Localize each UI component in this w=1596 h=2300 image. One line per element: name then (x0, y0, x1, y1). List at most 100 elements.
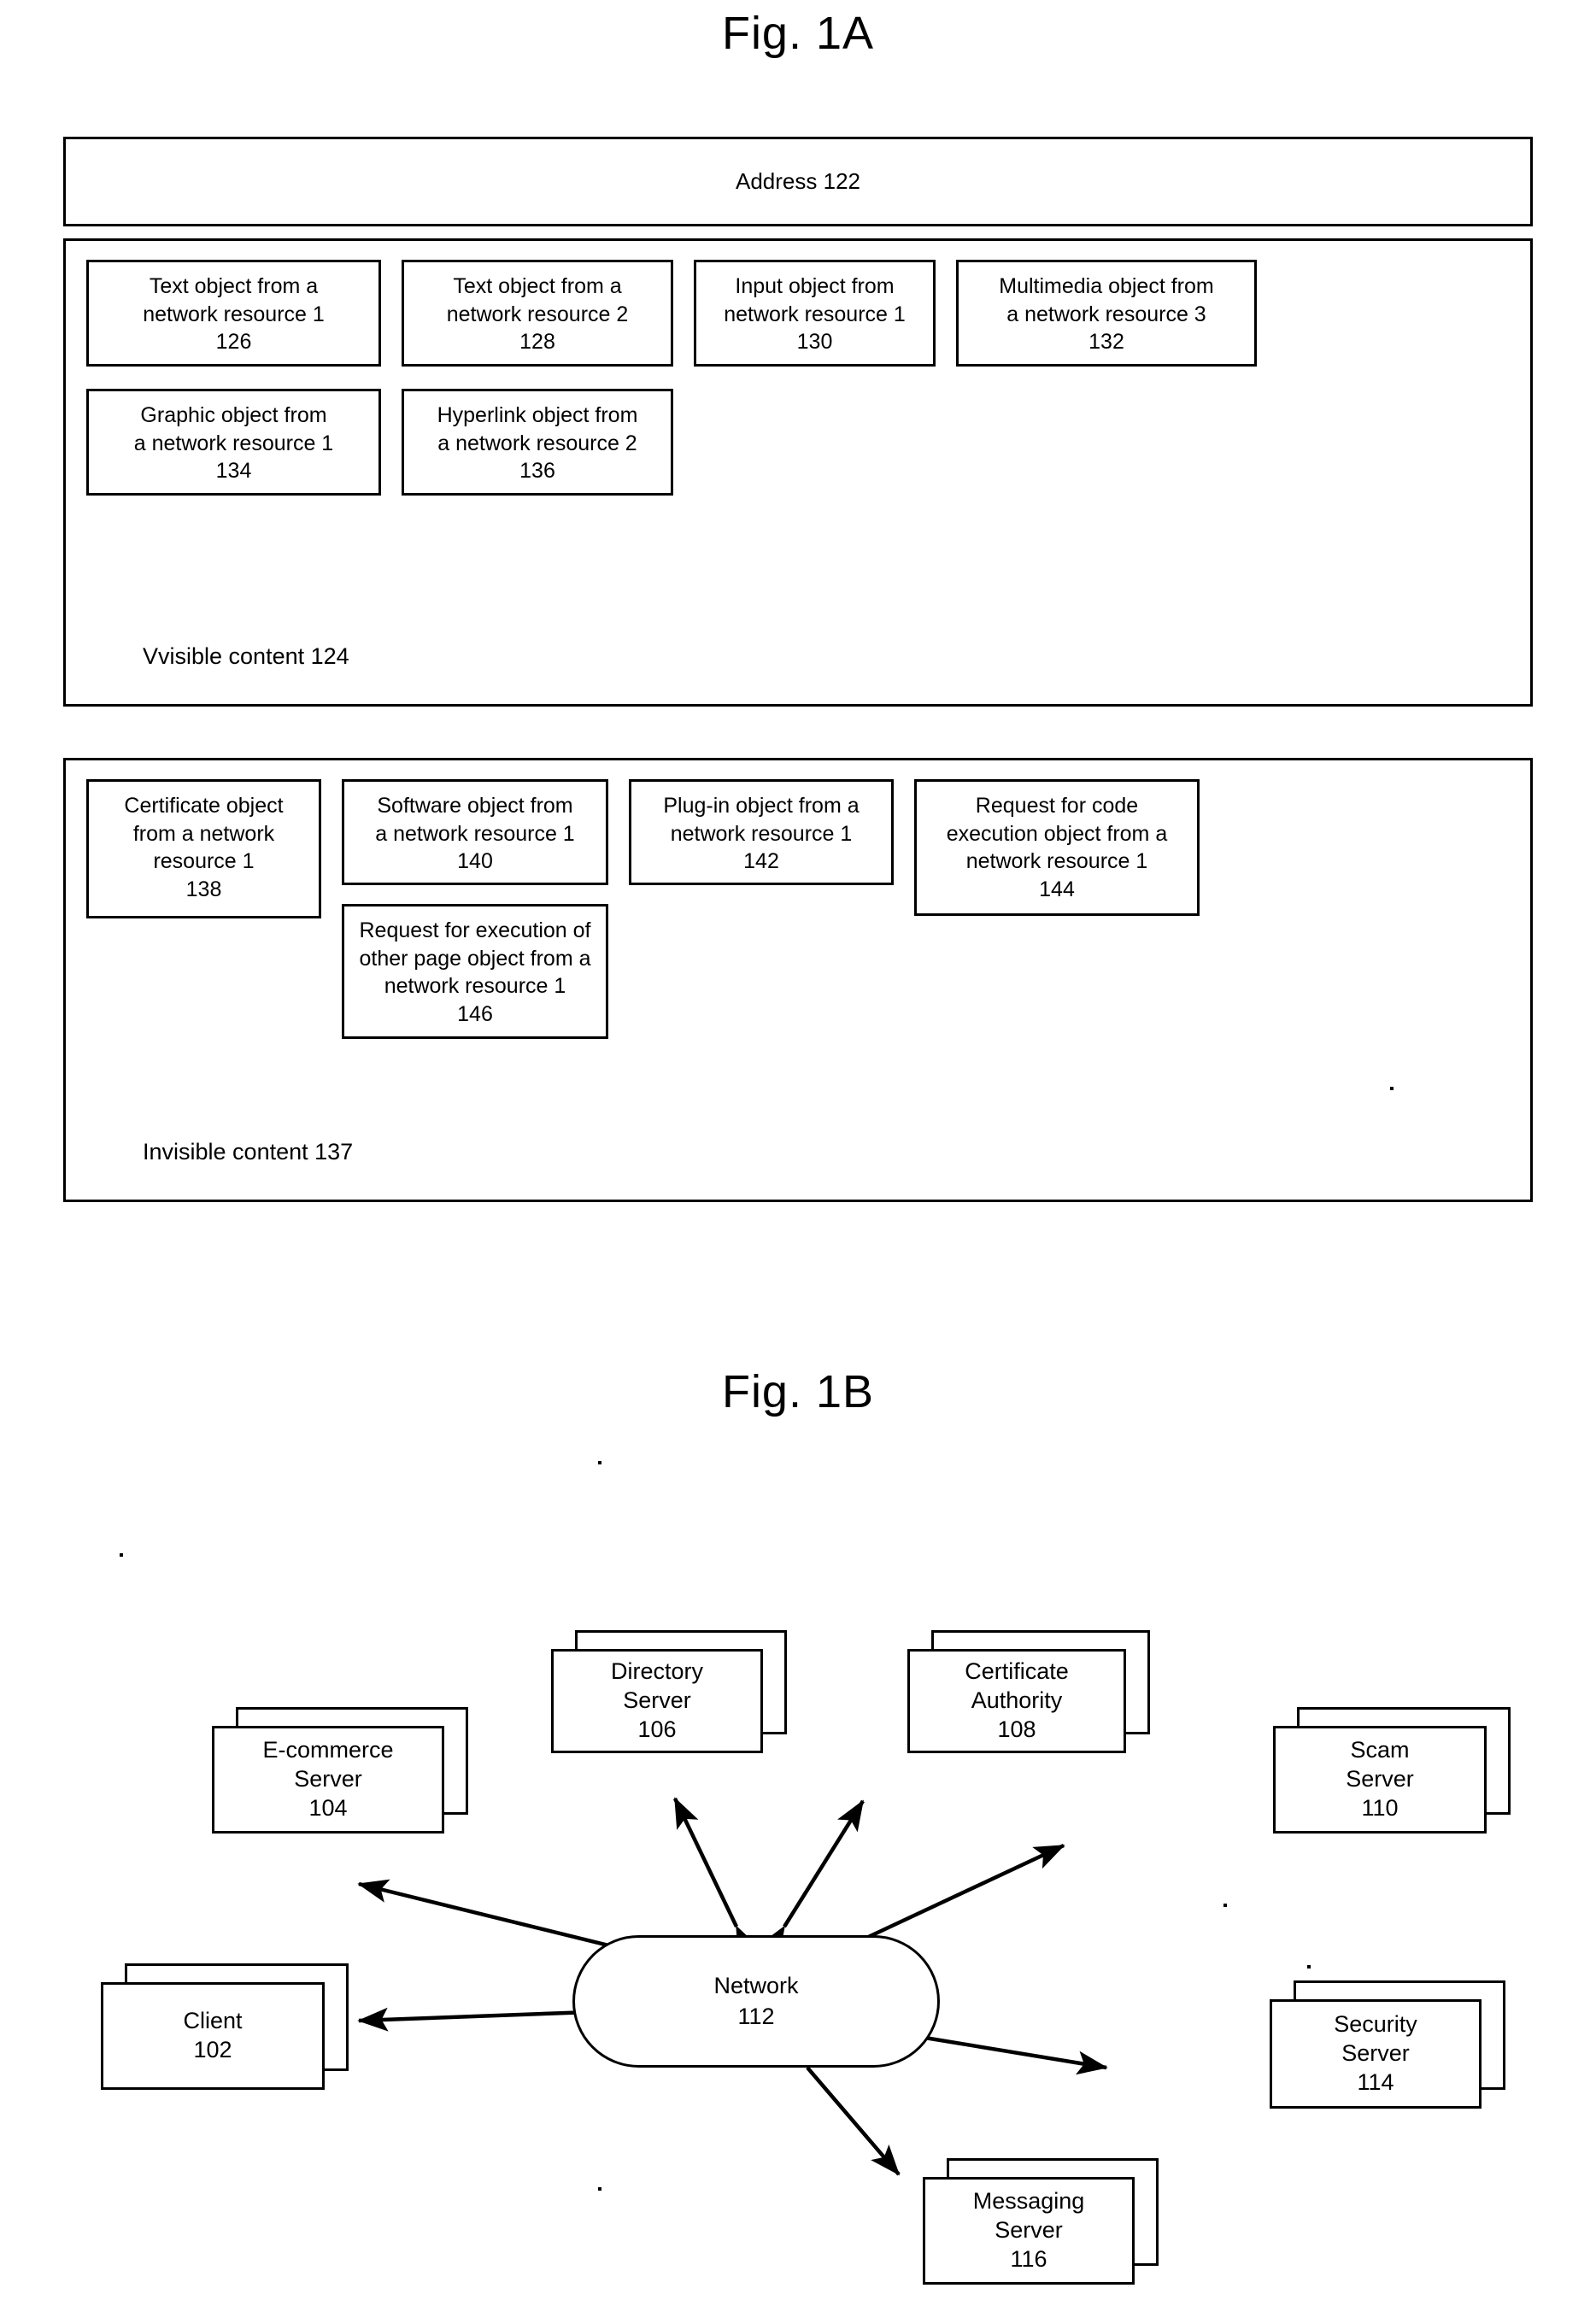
fig-1b-title: Fig. 1B (721, 1366, 875, 1417)
node-label-line-2: Server (623, 1687, 691, 1714)
object-certificate-138: Certificate object from a network resour… (86, 779, 321, 918)
object-line-1: Multimedia object from (999, 274, 1214, 298)
scan-speck (1307, 1965, 1311, 1968)
visible-object-row-2: Graphic object from a network resource 1… (86, 389, 1510, 496)
object-line-2: other page object from a (359, 946, 591, 971)
object-ref-number: 146 (457, 1001, 493, 1026)
node-face: Directory Server 106 (551, 1649, 763, 1753)
object-hyperlink-136: Hyperlink object from a network resource… (402, 389, 673, 496)
object-multimedia-132: Multimedia object from a network resourc… (956, 260, 1257, 367)
object-line-2: a network resource 1 (375, 821, 575, 846)
node-label-line-2: Server (1346, 1766, 1414, 1792)
node-label-line-2: Authority (971, 1687, 1063, 1714)
object-software-140: Software object from a network resource … (342, 779, 608, 885)
scan-speck (1223, 1904, 1227, 1907)
node-face: Scam Server 110 (1273, 1726, 1487, 1834)
object-ref-number: 138 (185, 877, 222, 901)
scan-speck (598, 2187, 601, 2191)
node-ref-number: 110 (1361, 1794, 1399, 1821)
object-ref-number: 126 (215, 330, 252, 354)
arrow-network-scam (831, 1843, 1065, 1963)
node-label-line-1: Directory (610, 1658, 703, 1685)
invisible-content-panel: Certificate object from a network resour… (63, 758, 1533, 1202)
figure-1b: Network 112 Directory Server 106 Certifi… (0, 1452, 1596, 2285)
node-ref-number: 108 (997, 1716, 1036, 1742)
object-line-2: a network resource 3 (1006, 302, 1206, 326)
arrow-network-security (867, 2016, 1108, 2075)
arrow-network-directory (672, 1797, 760, 1958)
object-ref-number: 144 (1039, 877, 1075, 901)
object-line-2: a network resource 1 (133, 431, 334, 455)
figure-1a: Address 122 Text object from a network r… (63, 137, 1533, 1202)
address-bar: Address 122 (63, 137, 1533, 226)
object-ref-number: 142 (743, 849, 779, 873)
fig-1a-title: Fig. 1A (721, 8, 875, 59)
object-line-2: network resource 2 (446, 302, 629, 326)
invisible-object-row-1: Certificate object from a network resour… (86, 779, 1510, 1039)
network-hub-label: Network (713, 1973, 799, 1999)
visible-content-panel: Text object from a network resource 1 12… (63, 238, 1533, 707)
node-ref-number: 114 (1357, 2068, 1394, 2095)
node-face: Client 102 (101, 1982, 325, 2090)
scan-speck (1390, 1087, 1394, 1090)
node-ref-number: 106 (637, 1716, 677, 1742)
object-line-1: Graphic object from (140, 403, 327, 427)
object-line-1: Text object from a (149, 274, 319, 298)
object-line-1: Hyperlink object from (437, 403, 638, 427)
object-line-2: execution object from a (946, 821, 1168, 846)
object-plugin-142: Plug-in object from a network resource 1… (629, 779, 894, 885)
visible-content-caption: Vvisible content 124 (143, 643, 349, 669)
object-code-execution-request-144: Request for code execution object from a… (914, 779, 1200, 916)
node-directory-server: Directory Server 106 (551, 1630, 787, 1753)
node-security-server: Security Server 114 (1270, 1980, 1505, 2109)
object-ref-number: 140 (457, 849, 493, 873)
node-certificate-authority: Certificate Authority 108 (907, 1630, 1150, 1753)
object-line-2: network resource 1 (670, 821, 853, 846)
object-ref-number: 130 (796, 330, 833, 354)
object-line-1: Request for code (975, 794, 1139, 818)
node-label-line-1: Messaging (972, 2188, 1085, 2215)
object-line-1: Software object from (377, 794, 573, 818)
object-ref-number: 132 (1088, 330, 1124, 354)
arrow-network-messaging (779, 2037, 901, 2176)
object-page-execution-request-146: Request for execution of other page obje… (342, 904, 608, 1039)
network-hub: Network 112 (572, 1935, 940, 2068)
node-label-line-1: Security (1334, 2011, 1417, 2038)
object-line-1: Plug-in object from a (663, 794, 860, 818)
object-line-1: Text object from a (453, 274, 622, 298)
address-bar-label: Address 122 (736, 168, 860, 194)
object-line-2: a network resource 2 (437, 431, 637, 455)
arrow-network-client (357, 1998, 619, 2032)
node-label-line-2: Server (995, 2217, 1063, 2244)
node-label-line-2: Server (1341, 2040, 1410, 2067)
invisible-content-caption: Invisible content 137 (143, 1139, 354, 1165)
object-input-130: Input object from network resource 1 130 (694, 260, 936, 367)
object-ref-number: 136 (519, 459, 555, 483)
scan-speck (120, 1553, 123, 1557)
node-face: E-commerce Server 104 (212, 1726, 444, 1834)
object-text-126: Text object from a network resource 1 12… (86, 260, 381, 367)
node-face: Certificate Authority 108 (907, 1649, 1126, 1753)
network-connector-arrows (357, 1797, 1108, 2176)
object-text-128: Text object from a network resource 2 12… (402, 260, 673, 367)
node-ref-number: 104 (308, 1794, 348, 1821)
node-ref-number: 102 (193, 2037, 232, 2062)
object-line-3: network resource 1 (384, 974, 566, 998)
invisible-object-column: Software object from a network resource … (342, 779, 608, 1039)
node-label-line-1: Scam (1350, 1737, 1410, 1763)
node-ref-number: 116 (1010, 2245, 1047, 2272)
arrow-network-ecommerce (357, 1879, 668, 1971)
node-ecommerce-server: E-commerce Server 104 (212, 1707, 468, 1834)
object-graphic-134: Graphic object from a network resource 1… (86, 389, 381, 496)
node-messaging-server: Messaging Server 116 (923, 2158, 1159, 2285)
object-line-3: network resource 1 (965, 849, 1148, 873)
node-label-line-2: Server (294, 1766, 362, 1792)
object-ref-number: 128 (519, 330, 555, 354)
node-client: Client 102 (101, 1963, 349, 2090)
node-scam-server: Scam Server 110 (1273, 1707, 1511, 1834)
object-line-2: network resource 1 (724, 302, 906, 326)
network-hub-ref-number: 112 (737, 2003, 775, 2029)
object-line-1: Input object from (735, 274, 895, 298)
object-ref-number: 134 (215, 459, 252, 483)
object-line-2: from a network (132, 821, 275, 846)
